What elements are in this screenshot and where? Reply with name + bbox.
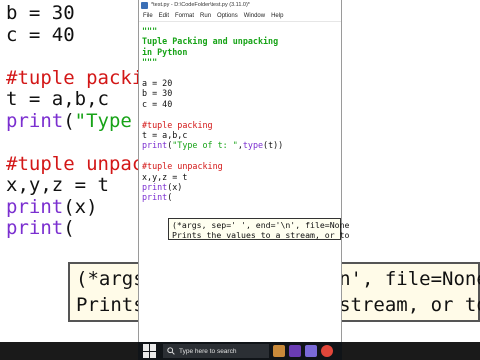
code-line: x,y,z = t	[142, 171, 188, 182]
search-placeholder: Type here to search	[179, 347, 237, 355]
windows-start-icon[interactable]	[143, 344, 157, 358]
menu-window[interactable]: Window	[244, 13, 265, 19]
calltip-popup: (*args, sep=' ', end='\n', file=None Pri…	[168, 218, 349, 240]
title-bar[interactable]: *test.py - D:\CodeFolder\test.py (3.11.0…	[139, 0, 341, 10]
code-line: c = 40	[142, 98, 173, 109]
code-line: a = 20	[142, 78, 173, 88]
code-line: in Python	[142, 46, 188, 57]
code-line: Tuple Packing and unpacking	[142, 36, 279, 47]
background-code-line: b = 30	[6, 2, 75, 24]
calltip-description: Prints the values to a stream, or to	[172, 230, 350, 240]
code-line: """	[142, 26, 158, 36]
background-code-line: t = a,b,c	[6, 88, 109, 110]
menu-help[interactable]: Help	[271, 13, 283, 19]
code-editor[interactable]: """ Tuple Packing and unpacking in Python "…	[139, 22, 341, 340]
wizard-hat-icon[interactable]	[289, 345, 301, 357]
code-line: #tuple packing	[142, 119, 213, 130]
idle-editor-window: *test.py - D:\CodeFolder\test.py (3.11.0…	[138, 0, 349, 342]
chrome-icon[interactable]	[321, 345, 333, 357]
menu-bar: File Edit Format Run Options Window Help	[139, 11, 341, 22]
window-title: *test.py - D:\CodeFolder\test.py (3.11.0…	[151, 2, 250, 8]
background-code-line: print(x)	[6, 195, 98, 218]
search-icon	[167, 347, 175, 355]
code-line: print("Type of t: ",type(t))	[142, 140, 284, 151]
windows-taskbar: Type here to search	[138, 342, 342, 360]
menu-file[interactable]: File	[143, 13, 153, 19]
edge-flower-icon[interactable]	[273, 345, 285, 357]
code-line: print(x)	[142, 182, 183, 192]
menu-run[interactable]: Run	[200, 13, 211, 19]
code-line: b = 30	[142, 88, 173, 99]
python-file-icon	[141, 1, 148, 9]
menu-options[interactable]: Options	[217, 13, 238, 19]
menu-edit[interactable]: Edit	[159, 13, 169, 19]
taskbar-search-box[interactable]: Type here to search	[163, 344, 269, 358]
menu-format[interactable]: Format	[175, 13, 194, 19]
code-line: """	[142, 57, 158, 68]
taskbar-pinned-apps	[269, 345, 333, 357]
background-code-line: print(	[6, 217, 75, 239]
code-line: #tuple unpacking	[142, 161, 223, 172]
code-line: t = a,b,c	[142, 130, 188, 140]
paint-bucket-icon[interactable]	[305, 345, 317, 357]
calltip-signature: (*args, sep=' ', end='\n', file=None	[172, 220, 350, 230]
background-code-line: x,y,z = t	[6, 174, 109, 196]
code-line: print(	[142, 192, 173, 203]
background-code-line: c = 40	[6, 23, 75, 46]
